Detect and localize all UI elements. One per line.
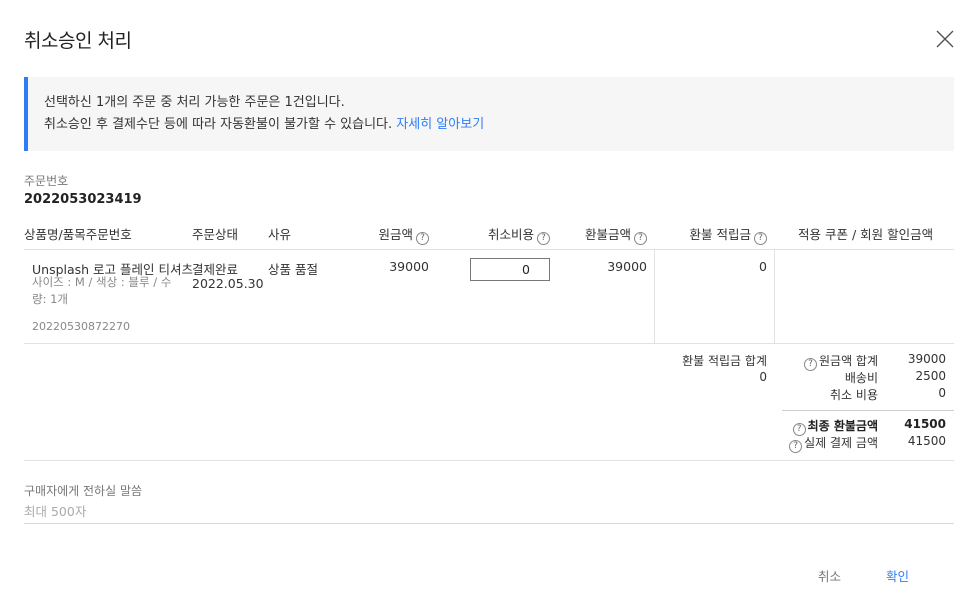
column-divider bbox=[774, 250, 775, 343]
close-icon bbox=[936, 30, 954, 48]
refund-amount: 39000 bbox=[607, 259, 647, 274]
header-divider bbox=[24, 249, 954, 250]
header-coupon: 적용 쿠폰 / 회원 할인금액 bbox=[798, 227, 934, 242]
help-icon[interactable]: ? bbox=[754, 232, 767, 245]
row-divider bbox=[24, 343, 954, 344]
notice-box: 선택하신 1개의 주문 중 처리 가능한 주문은 1건입니다. 취소승인 후 결… bbox=[24, 77, 954, 151]
cancel-fee-total-label: 취소 비용 bbox=[830, 388, 878, 402]
header-cancel-fee-label: 취소비용 bbox=[487, 227, 534, 242]
order-number: 2022053023419 bbox=[24, 192, 142, 207]
header-original: 원금액? bbox=[340, 224, 429, 245]
help-icon[interactable]: ? bbox=[416, 232, 429, 245]
confirm-button[interactable]: 확인 bbox=[886, 566, 909, 585]
message-input[interactable] bbox=[24, 500, 954, 524]
header-refund-label: 환불금액 bbox=[584, 227, 631, 242]
actual-payment-label: ? 실제 결제 금액 bbox=[770, 434, 878, 453]
header-refund-points-label: 환불 적립금 bbox=[689, 227, 751, 242]
close-button[interactable] bbox=[934, 28, 956, 50]
header-product: 상품명/품목주문번호 bbox=[24, 227, 132, 242]
learn-more-link[interactable]: 자세히 알아보기 bbox=[396, 117, 484, 132]
help-icon[interactable]: ? bbox=[634, 232, 647, 245]
dialog-title: 취소승인 처리 bbox=[24, 30, 132, 52]
original-amount: 39000 bbox=[389, 259, 429, 274]
header-cancel-fee: 취소비용? bbox=[450, 224, 550, 245]
refund-points-amount: 0 bbox=[759, 259, 767, 274]
column-divider bbox=[654, 250, 655, 343]
original-total-value: 39000 bbox=[907, 352, 946, 366]
notice-line-2: 취소승인 후 결제수단 등에 따라 자동환불이 불가할 수 있습니다. 자세히 … bbox=[44, 114, 954, 136]
shipping-label: 배송비 bbox=[844, 371, 878, 385]
order-status-date: 2022.05.30 bbox=[192, 276, 264, 291]
cancel-button[interactable]: 취소 bbox=[818, 566, 841, 585]
help-icon[interactable]: ? bbox=[537, 232, 550, 245]
final-refund-label-text: 최종 환불금액 bbox=[807, 419, 878, 433]
item-order-number: 20220530872270 bbox=[32, 320, 130, 333]
header-reason: 사유 bbox=[268, 227, 292, 242]
summary-divider bbox=[782, 410, 954, 411]
summary-bottom-divider bbox=[24, 460, 954, 461]
header-original-label: 원금액 bbox=[378, 227, 413, 242]
header-refund: 환불금액? bbox=[560, 224, 647, 245]
points-total-label: 환불 적립금 합계 bbox=[682, 354, 767, 368]
points-total-value: 0 bbox=[759, 370, 767, 384]
cancel-reason: 상품 품절 bbox=[268, 262, 318, 277]
notice-line-2-text: 취소승인 후 결제수단 등에 따라 자동환불이 불가할 수 있습니다. bbox=[44, 117, 393, 132]
actual-payment-value: 41500 bbox=[907, 434, 946, 448]
notice-line-1: 선택하신 1개의 주문 중 처리 가능한 주문은 1건입니다. bbox=[44, 95, 345, 110]
header-refund-points: 환불 적립금? bbox=[660, 224, 767, 245]
original-total-label-text: 원금액 합계 bbox=[818, 354, 878, 368]
shipping-value: 2500 bbox=[915, 369, 946, 383]
order-number-label: 주문번호 bbox=[24, 174, 69, 188]
product-option-line-2: 량: 1개 bbox=[32, 292, 69, 306]
product-option-line-1: 사이즈 : M / 색상 : 블루 / 수 bbox=[32, 275, 172, 289]
help-icon[interactable]: ? bbox=[789, 440, 803, 453]
header-status: 주문상태 bbox=[192, 227, 239, 242]
cancel-fee-input[interactable] bbox=[470, 258, 550, 281]
message-label: 구매자에게 전하실 말씀 bbox=[24, 484, 143, 498]
cancel-fee-total-value: 0 bbox=[938, 386, 946, 400]
actual-payment-label-text: 실제 결제 금액 bbox=[804, 436, 878, 450]
final-refund-value: 41500 bbox=[904, 417, 946, 431]
